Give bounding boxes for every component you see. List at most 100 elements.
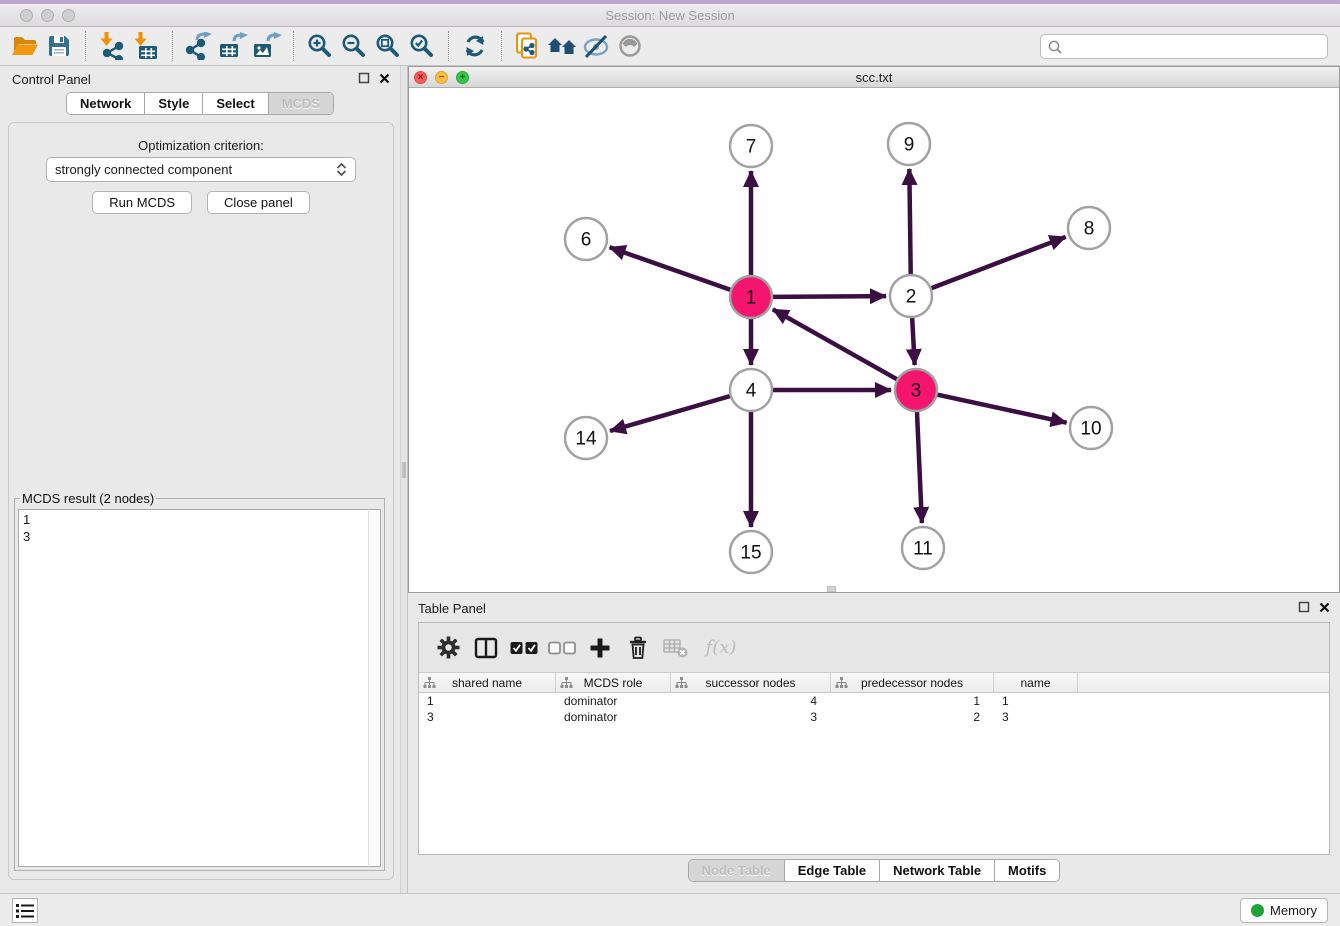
export-network-icon[interactable] — [182, 30, 216, 62]
table-row-1[interactable]: 3dominator323 — [419, 709, 1329, 725]
run-mcds-button[interactable]: Run MCDS — [92, 191, 192, 214]
tab-motifs[interactable]: Motifs — [994, 860, 1059, 881]
split-panel-icon[interactable] — [471, 633, 501, 663]
cell-predecessor-nodes[interactable]: 2 — [831, 709, 994, 725]
tab-mcds[interactable]: MCDS — [268, 93, 333, 114]
close-panel-button[interactable]: Close panel — [207, 191, 310, 214]
search-input[interactable] — [1063, 35, 1327, 58]
export-table-icon[interactable] — [216, 30, 250, 62]
chevron-updown-icon — [336, 163, 347, 176]
toolbar-separator — [448, 31, 449, 61]
cell-successor-nodes[interactable]: 4 — [671, 693, 831, 709]
close-panel-icon[interactable] — [1319, 602, 1330, 613]
zoom-in-icon[interactable] — [303, 30, 337, 62]
tab-network[interactable]: Network — [67, 93, 144, 114]
mcds-result-text[interactable]: 1 3 — [18, 509, 381, 867]
cell-predecessor-nodes[interactable]: 1 — [831, 693, 994, 709]
memory-button[interactable]: Memory — [1240, 898, 1328, 923]
hide-graphics-details-icon[interactable] — [579, 30, 613, 62]
column-header-shared-name[interactable]: shared name — [419, 673, 556, 692]
cell-successor-nodes[interactable]: 3 — [671, 709, 831, 725]
network-view-window: × − + scc.txt 7968124314101511 — [408, 66, 1340, 593]
toolbar-separator — [85, 31, 86, 61]
table-toolbar: f(x) — [419, 623, 1329, 673]
column-header-MCDS-role[interactable]: MCDS role — [556, 673, 671, 692]
cell-shared-name[interactable]: 1 — [419, 693, 556, 709]
show-graphics-details-icon[interactable] — [613, 30, 647, 62]
search-box — [1040, 34, 1328, 59]
graph-edge-3-10[interactable] — [937, 395, 1066, 423]
zoom-selected-icon[interactable] — [405, 30, 439, 62]
column-header-filler — [1078, 673, 1329, 692]
tab-select[interactable]: Select — [202, 93, 267, 114]
table-settings-icon[interactable] — [433, 633, 463, 663]
toolbar-separator — [293, 31, 294, 61]
graph-edge-1-6[interactable] — [610, 247, 731, 289]
toolbar-separator — [501, 31, 502, 61]
cell-name[interactable]: 3 — [994, 709, 1078, 725]
column-header-name[interactable]: name — [994, 673, 1078, 692]
open-file-icon[interactable] — [8, 30, 42, 62]
import-table-icon[interactable] — [129, 30, 163, 62]
tab-network-table[interactable]: Network Table — [879, 860, 994, 881]
deselect-all-icon[interactable] — [547, 633, 577, 663]
graph-node-label-3: 3 — [911, 381, 922, 402]
delete-column-icon[interactable] — [623, 633, 653, 663]
graph-edge-2-3[interactable] — [912, 318, 915, 365]
status-bar: Memory — [0, 893, 1340, 926]
zoom-fit-icon[interactable] — [371, 30, 405, 62]
session-title: Session: New Session — [0, 8, 1340, 23]
network-canvas[interactable]: 7968124314101511 — [409, 88, 1339, 592]
mcds-result-box: MCDS result (2 nodes) 1 3 — [14, 491, 385, 871]
zoom-out-icon[interactable] — [337, 30, 371, 62]
graph-edge-1-2[interactable] — [773, 296, 886, 297]
task-history-button[interactable] — [12, 898, 38, 923]
graph-node-label-14: 14 — [575, 429, 597, 450]
refresh-icon[interactable] — [458, 30, 492, 62]
graph-node-label-10: 10 — [1080, 419, 1101, 440]
table-body: 1dominator4113dominator323 — [419, 693, 1329, 725]
network-window-titlebar[interactable]: × − + scc.txt — [409, 67, 1339, 88]
copy-network-icon[interactable] — [511, 30, 545, 62]
cell-name[interactable]: 1 — [994, 693, 1078, 709]
cell-MCDS-role[interactable]: dominator — [556, 709, 671, 725]
cell-MCDS-role[interactable]: dominator — [556, 693, 671, 709]
canvas-splitter-grip[interactable] — [827, 586, 836, 592]
save-session-icon[interactable] — [42, 30, 76, 62]
result-scrollbar[interactable] — [368, 511, 379, 865]
close-panel-icon[interactable] — [379, 73, 390, 84]
control-panel-tabs: NetworkStyleSelectMCDS — [66, 92, 334, 115]
tab-node-table[interactable]: Node Table — [689, 860, 784, 881]
graph-edge-4-14[interactable] — [610, 396, 730, 431]
float-panel-icon[interactable] — [358, 72, 370, 84]
graph-edge-3-11[interactable] — [917, 412, 922, 523]
criterion-dropdown[interactable]: strongly connected component — [46, 157, 356, 182]
import-network-icon[interactable] — [95, 30, 129, 62]
memory-label: Memory — [1270, 903, 1317, 918]
graph-edge-3-1[interactable] — [773, 309, 897, 379]
float-panel-icon[interactable] — [1298, 601, 1310, 613]
tab-style[interactable]: Style — [144, 93, 202, 114]
select-all-icon[interactable] — [509, 633, 539, 663]
graph-edge-2-8[interactable] — [932, 237, 1066, 288]
column-header-successor-nodes[interactable]: successor nodes — [671, 673, 831, 692]
add-column-icon[interactable] — [585, 633, 615, 663]
export-image-icon[interactable] — [250, 30, 284, 62]
table-row-0[interactable]: 1dominator411 — [419, 693, 1329, 709]
graph-node-label-8: 8 — [1084, 219, 1095, 240]
home-icon[interactable] — [545, 30, 579, 62]
table-panel-title: Table Panel — [418, 601, 486, 616]
splitter-grip[interactable] — [402, 462, 406, 478]
apply-function-icon[interactable]: f(x) — [699, 633, 743, 663]
mcds-result-title: MCDS result (2 nodes) — [20, 491, 156, 506]
control-panel: Control Panel NetworkStyleSelectMCDS Opt… — [0, 66, 400, 893]
delete-table-icon[interactable] — [661, 633, 691, 663]
mcds-tab-content: Optimization criterion: strongly connect… — [8, 122, 394, 880]
cell-shared-name[interactable]: 3 — [419, 709, 556, 725]
vertical-splitter[interactable] — [400, 66, 408, 893]
tree-icon — [835, 677, 848, 692]
graph-edge-2-9[interactable] — [909, 169, 910, 274]
column-header-predecessor-nodes[interactable]: predecessor nodes — [831, 673, 994, 692]
table-panel: Table Panel — [408, 595, 1340, 893]
tab-edge-table[interactable]: Edge Table — [784, 860, 879, 881]
